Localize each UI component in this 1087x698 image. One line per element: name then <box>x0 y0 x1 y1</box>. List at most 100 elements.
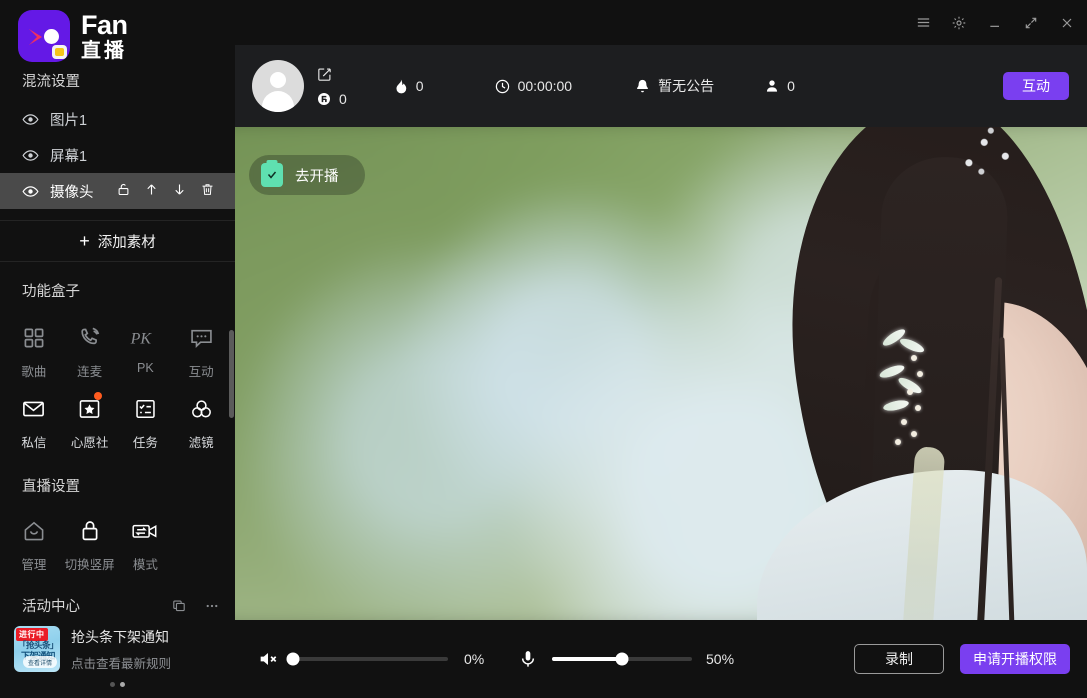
function-box-title: 功能盒子 <box>22 284 80 300</box>
logo-badge-icon <box>52 45 67 59</box>
stat-fan-coin: 0 <box>316 91 347 107</box>
stream-stats: 0 00:00:00 暂无公告 0 <box>347 76 1003 96</box>
function-item-label: 任务 <box>132 436 158 450</box>
live-item-label: 模式 <box>132 558 158 572</box>
live-item-manage[interactable]: 管理 <box>6 508 62 579</box>
task-list-icon <box>133 394 158 424</box>
sidebar: Fan 直播 混流设置 图片1 屏幕1 摄像头 + 添加素材 功能盒子 歌曲 连… <box>0 0 235 698</box>
stream-header: 0 0 00:00:00 暂无公告 0 互动 <box>235 45 1087 127</box>
close-icon[interactable] <box>1057 13 1077 33</box>
function-item-label: 连麦 <box>77 365 103 379</box>
settings-gear-icon[interactable] <box>949 13 969 33</box>
move-down-icon[interactable] <box>172 182 187 201</box>
speaker-volume-slider[interactable] <box>286 652 448 666</box>
function-item-message[interactable]: 私信 <box>6 386 62 457</box>
flame-icon <box>396 79 407 93</box>
microphone-volume-value: 50% <box>706 651 735 667</box>
popout-window-icon[interactable] <box>171 598 187 614</box>
add-asset-button[interactable]: + 添加素材 <box>0 220 235 262</box>
live-item-portrait[interactable]: 切换竖屏 <box>62 508 118 579</box>
maximize-icon[interactable] <box>1021 13 1041 33</box>
function-item-task[interactable]: 任务 <box>118 386 174 457</box>
minimize-icon[interactable] <box>985 13 1005 33</box>
app-window: Fan 直播 混流设置 图片1 屏幕1 摄像头 + 添加素材 功能盒子 歌曲 连… <box>0 0 1087 698</box>
more-dots-icon[interactable] <box>203 598 221 614</box>
logo-dot-icon <box>44 29 59 44</box>
clipboard-check-icon <box>261 163 283 187</box>
stat-value: 0 <box>339 90 347 107</box>
activity-center-title: 活动中心 <box>22 599 80 615</box>
grid-icon <box>22 323 46 353</box>
activity-card[interactable]: 进行中 「抢头条」 下架通知 查看详情 抢头条下架通知 点击查看最新规则 <box>0 622 235 672</box>
function-item-pk[interactable]: PK PK <box>118 315 174 386</box>
main-panel: 0 0 00:00:00 暂无公告 0 互动 去开播 0% 50% 录制 申请开… <box>235 0 1087 698</box>
microphone-icon[interactable] <box>518 649 538 669</box>
envelope-icon <box>21 394 46 424</box>
notification-badge-icon <box>93 392 102 400</box>
record-button[interactable]: 录制 <box>854 644 944 674</box>
app-logo: Fan 直播 <box>0 0 235 62</box>
layer-list: 图片1 屏幕1 摄像头 <box>0 101 235 209</box>
play-triangle-icon <box>29 29 42 45</box>
layer-label: 屏幕1 <box>50 148 88 165</box>
live-item-label: 管理 <box>21 558 47 572</box>
function-item-label: 互动 <box>188 365 214 379</box>
function-item-wish[interactable]: 心愿社 <box>62 386 118 457</box>
layer-tools <box>116 182 215 201</box>
clock-icon <box>495 79 509 93</box>
menu-icon[interactable] <box>913 13 933 33</box>
function-box-grid: 歌曲 连麦 PK PK 互动 私信 心愿社 任务 滤镜 <box>0 309 235 457</box>
user-avatar-icon[interactable] <box>252 60 304 112</box>
function-item-filter[interactable]: 滤镜 <box>173 386 229 457</box>
live-item-label: 切换竖屏 <box>64 558 115 572</box>
delete-icon[interactable] <box>200 182 215 201</box>
logo-tile <box>18 10 70 62</box>
stat-value: 0 <box>787 78 795 94</box>
function-item-label: 心愿社 <box>70 436 109 450</box>
brand-name: Fan <box>81 9 128 40</box>
mix-settings-title: 混流设置 <box>22 74 80 90</box>
sidebar-scrollbar[interactable] <box>229 330 234 418</box>
apply-permission-button[interactable]: 申请开播权限 <box>960 644 1070 674</box>
stat-announcement[interactable]: 暂无公告 <box>634 76 714 96</box>
interact-button[interactable]: 互动 <box>1003 72 1069 100</box>
carousel-dot[interactable] <box>110 682 115 687</box>
filter-circles-icon <box>189 394 214 424</box>
live-settings-grid: 管理 切换竖屏 模式 <box>0 504 235 579</box>
activity-subtitle: 点击查看最新规则 <box>71 656 172 671</box>
microphone-volume-slider[interactable] <box>552 652 692 666</box>
activity-thumb-pill: 查看详情 <box>23 656 58 668</box>
carousel-dot-active[interactable] <box>120 682 125 687</box>
lock-icon[interactable] <box>116 182 131 201</box>
stream-id-column: 0 <box>316 66 347 107</box>
go-live-button[interactable]: 去开播 <box>249 155 365 195</box>
speaker-muted-icon[interactable] <box>257 648 279 670</box>
layer-row-selected[interactable]: 摄像头 <box>0 173 235 209</box>
move-up-icon[interactable] <box>144 182 159 201</box>
live-item-mode[interactable]: 模式 <box>118 508 174 579</box>
chat-bubble-icon <box>189 323 214 353</box>
eye-icon[interactable] <box>22 147 39 164</box>
fan-coin-icon <box>318 92 330 105</box>
function-item-song[interactable]: 歌曲 <box>6 315 62 386</box>
eye-icon[interactable] <box>22 111 39 128</box>
stat-value: 0 <box>415 78 424 94</box>
phone-call-icon <box>78 323 102 353</box>
home-shield-icon <box>21 516 47 546</box>
eye-icon[interactable] <box>22 183 39 200</box>
stat-duration: 00:00:00 <box>494 78 572 95</box>
carousel-dots[interactable] <box>0 682 235 687</box>
function-item-mic-link[interactable]: 连麦 <box>62 315 118 386</box>
activity-center-header: 活动中心 <box>0 579 235 622</box>
camera-switch-icon <box>130 516 160 546</box>
viewer-icon <box>767 80 778 92</box>
plus-icon: + <box>79 231 90 251</box>
layer-row[interactable]: 图片1 <box>0 101 235 137</box>
pk-icon: PK <box>129 323 161 353</box>
video-preview[interactable]: 去开播 <box>235 127 1087 620</box>
layer-row[interactable]: 屏幕1 <box>0 137 235 173</box>
function-item-interact[interactable]: 互动 <box>173 315 229 386</box>
add-asset-label: 添加素材 <box>97 234 156 251</box>
edit-pencil-icon[interactable] <box>316 66 347 83</box>
footer-bar: 0% 50% 录制 申请开播权限 <box>235 620 1087 698</box>
